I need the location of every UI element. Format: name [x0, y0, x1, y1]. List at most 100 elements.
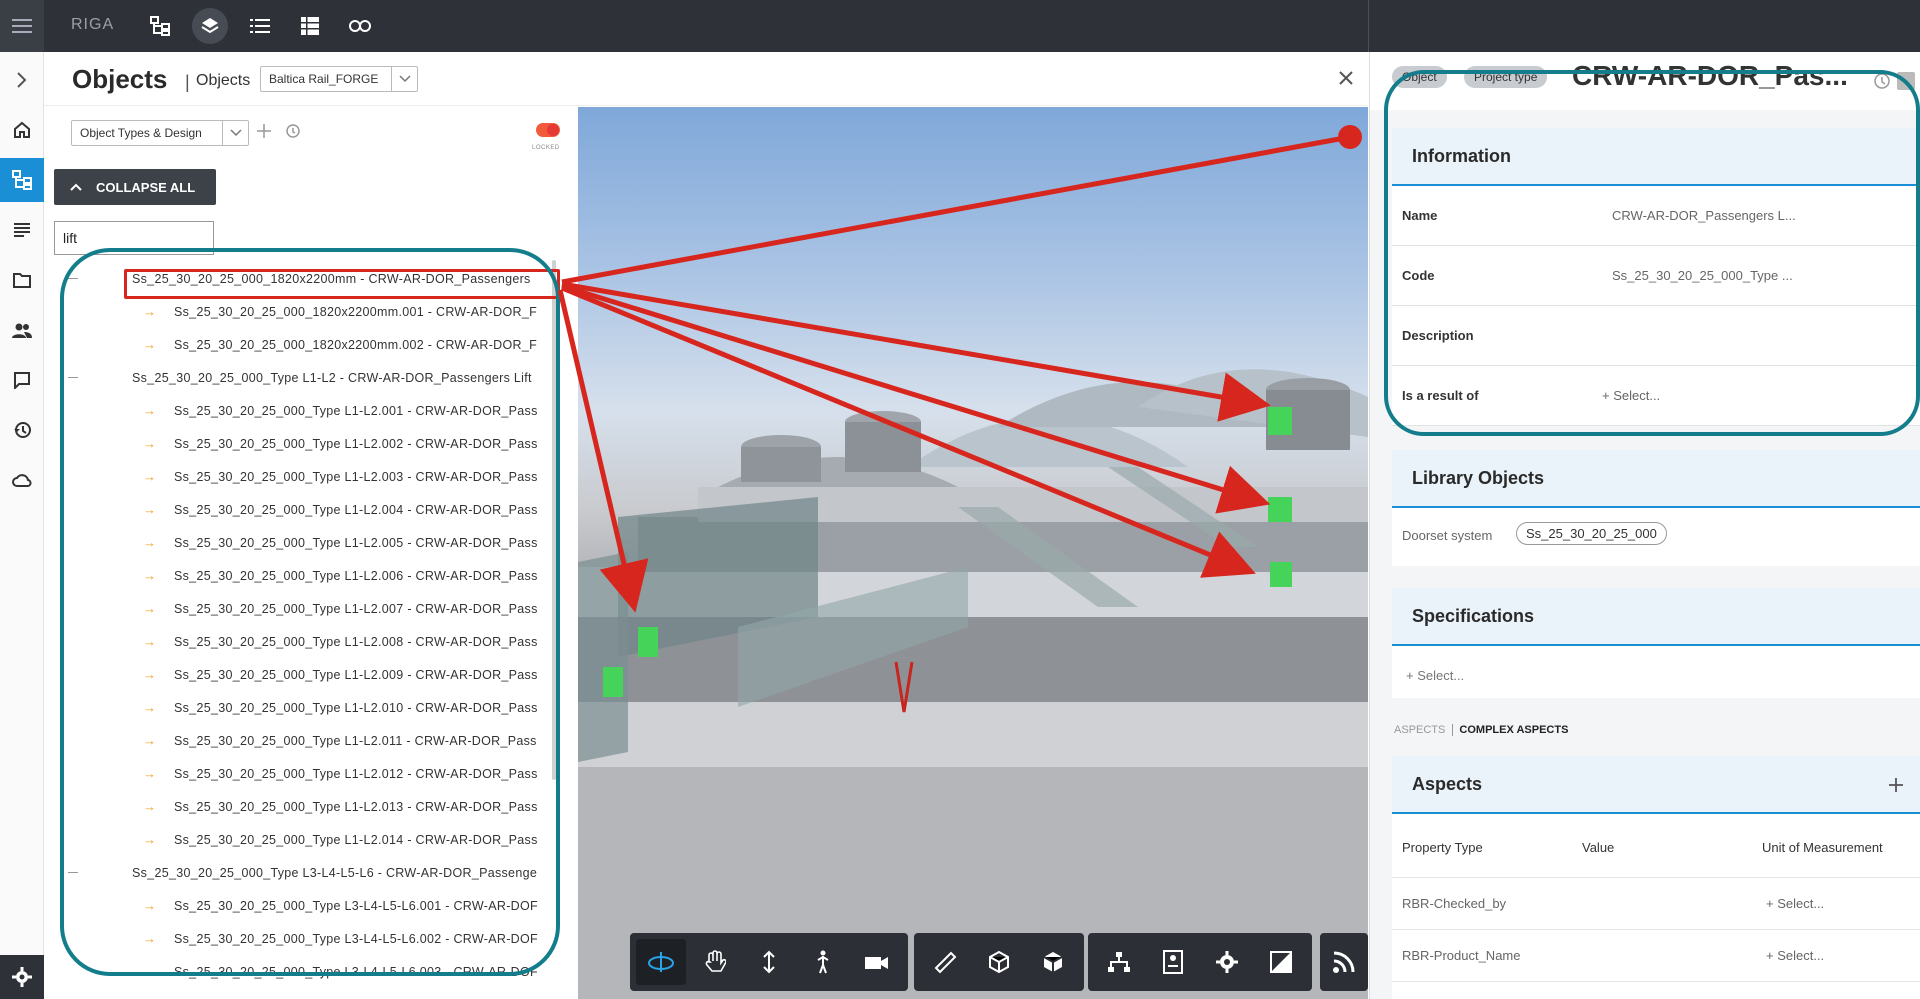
nav-comments[interactable] [0, 358, 44, 402]
collapse-all-button[interactable]: COLLAPSE ALL [54, 169, 216, 205]
camera-icon [865, 957, 888, 969]
aspect-unit-select[interactable]: + Select... [1766, 896, 1824, 911]
expand-nav-button[interactable] [0, 58, 44, 102]
plus-icon [257, 124, 271, 138]
person-icon [817, 950, 829, 974]
object-type-select-value: Object Types & Design [80, 126, 202, 140]
object-type-select[interactable]: Object Types & Design [71, 120, 249, 146]
settings-button[interactable] [0, 955, 44, 999]
col-value: Value [1582, 840, 1615, 855]
page-subtitle: Objects [196, 72, 251, 89]
app-name: RIGA [71, 16, 115, 33]
locked-label: LOCKED [532, 145, 560, 151]
aspect-name: RBR-Checked_by [1402, 896, 1507, 911]
doorset-pill[interactable]: Ss_25_30_20_25_000 [1516, 522, 1667, 545]
hierarchy-icon [12, 170, 32, 190]
comment-icon [14, 372, 30, 389]
gear-icon [1216, 951, 1238, 973]
chevron-up-icon [70, 183, 82, 191]
ruler-icon [934, 951, 957, 974]
aspects-tabs: ASPECTS COMPLEX ASPECTS [1394, 724, 1569, 736]
aspect-row: RBR-Product_Name + Select... [1392, 930, 1920, 982]
close-panel-button[interactable] [1332, 64, 1360, 92]
topbar-divider [1368, 0, 1369, 52]
doorset-label: Doorset system [1402, 528, 1493, 543]
chevron-right-icon [17, 72, 27, 88]
orbit-tool[interactable] [636, 939, 686, 985]
aspects-card: Aspects Property Type Value Unit of Meas… [1392, 756, 1920, 999]
nav-cloud[interactable] [0, 458, 44, 502]
library-objects-heading: Library Objects [1392, 450, 1920, 508]
tree-annotation-outline [60, 248, 560, 976]
link-icon [349, 20, 371, 32]
properties-tool[interactable] [1148, 939, 1198, 985]
extension-tool[interactable] [1324, 939, 1364, 985]
nav-history[interactable] [0, 408, 44, 452]
viewer-settings-tool[interactable] [1202, 939, 1252, 985]
add-button[interactable] [256, 123, 276, 143]
specifications-select[interactable]: + Select... [1406, 668, 1464, 683]
home-icon [14, 121, 30, 138]
history-icon [286, 124, 300, 138]
nav-hierarchy[interactable] [0, 158, 44, 202]
fullscreen-tool[interactable] [1256, 939, 1306, 985]
explode-tool[interactable] [1028, 939, 1078, 985]
cloud-icon [12, 474, 32, 487]
zoom-tool[interactable] [744, 939, 794, 985]
list-button[interactable] [242, 8, 278, 44]
link-button[interactable] [342, 8, 378, 44]
cube-icon [1043, 952, 1063, 972]
model-viewer[interactable] [578, 107, 1368, 999]
walk-tool[interactable] [798, 939, 848, 985]
col-unit: Unit of Measurement [1762, 840, 1883, 855]
nav-folder[interactable] [0, 258, 44, 302]
library-objects-card: Library Objects Doorset system Ss_25_30_… [1392, 450, 1920, 566]
locked-toggle[interactable] [536, 123, 560, 137]
project-select-value: Baltica Rail_FORGE [269, 72, 379, 86]
top-bar: RIGA [0, 0, 1920, 52]
nav-documents[interactable] [0, 208, 44, 252]
table-icon [301, 17, 319, 35]
model-browser-tool[interactable] [1094, 939, 1144, 985]
aspect-row: RBR-Checked_by + Select... [1392, 878, 1920, 930]
plus-icon[interactable] [1889, 778, 1903, 792]
tree-structure-icon [1108, 952, 1130, 972]
zoom-arrows-icon [763, 950, 775, 974]
tab-aspects[interactable]: ASPECTS [1394, 724, 1445, 736]
aspect-unit-select[interactable]: + Select... [1766, 948, 1824, 963]
table-button[interactable] [292, 8, 328, 44]
side-nav [0, 52, 44, 999]
aspects-heading: Aspects [1392, 756, 1920, 814]
nav-users[interactable] [0, 308, 44, 352]
measure-toolbar [914, 933, 1084, 991]
hierarchy-button[interactable] [142, 8, 178, 44]
specifications-heading: Specifications [1392, 588, 1920, 646]
information-annotation-outline [1384, 70, 1920, 436]
hamburger-menu-button[interactable] [0, 0, 44, 52]
station-model-render [578, 369, 1368, 999]
hand-icon [705, 950, 726, 972]
gear-icon [12, 967, 32, 987]
history-icon [14, 422, 31, 438]
chevron-down-icon [222, 121, 248, 145]
nav-home[interactable] [0, 108, 44, 152]
project-select[interactable]: Baltica Rail_FORGE [260, 66, 418, 92]
section-box-icon [989, 950, 1009, 974]
chevron-down-icon [391, 67, 417, 91]
camera-tool[interactable] [852, 939, 902, 985]
aspects-header-row: Property Type Value Unit of Measurement [1392, 814, 1920, 878]
section-tool[interactable] [974, 939, 1024, 985]
col-property-type: Property Type [1402, 840, 1483, 855]
page-title: Objects [72, 64, 168, 94]
history-button[interactable] [284, 123, 304, 143]
layers-button[interactable] [192, 8, 228, 44]
users-icon [12, 323, 32, 338]
menu-icon [12, 19, 32, 33]
pan-tool[interactable] [690, 939, 740, 985]
extensions-toolbar [1320, 933, 1368, 991]
navigation-toolbar [630, 933, 908, 991]
tab-complex-aspects[interactable]: COMPLEX ASPECTS [1452, 724, 1569, 736]
lines-icon [14, 223, 30, 237]
measure-tool[interactable] [920, 939, 970, 985]
title-separator: | [185, 72, 190, 92]
